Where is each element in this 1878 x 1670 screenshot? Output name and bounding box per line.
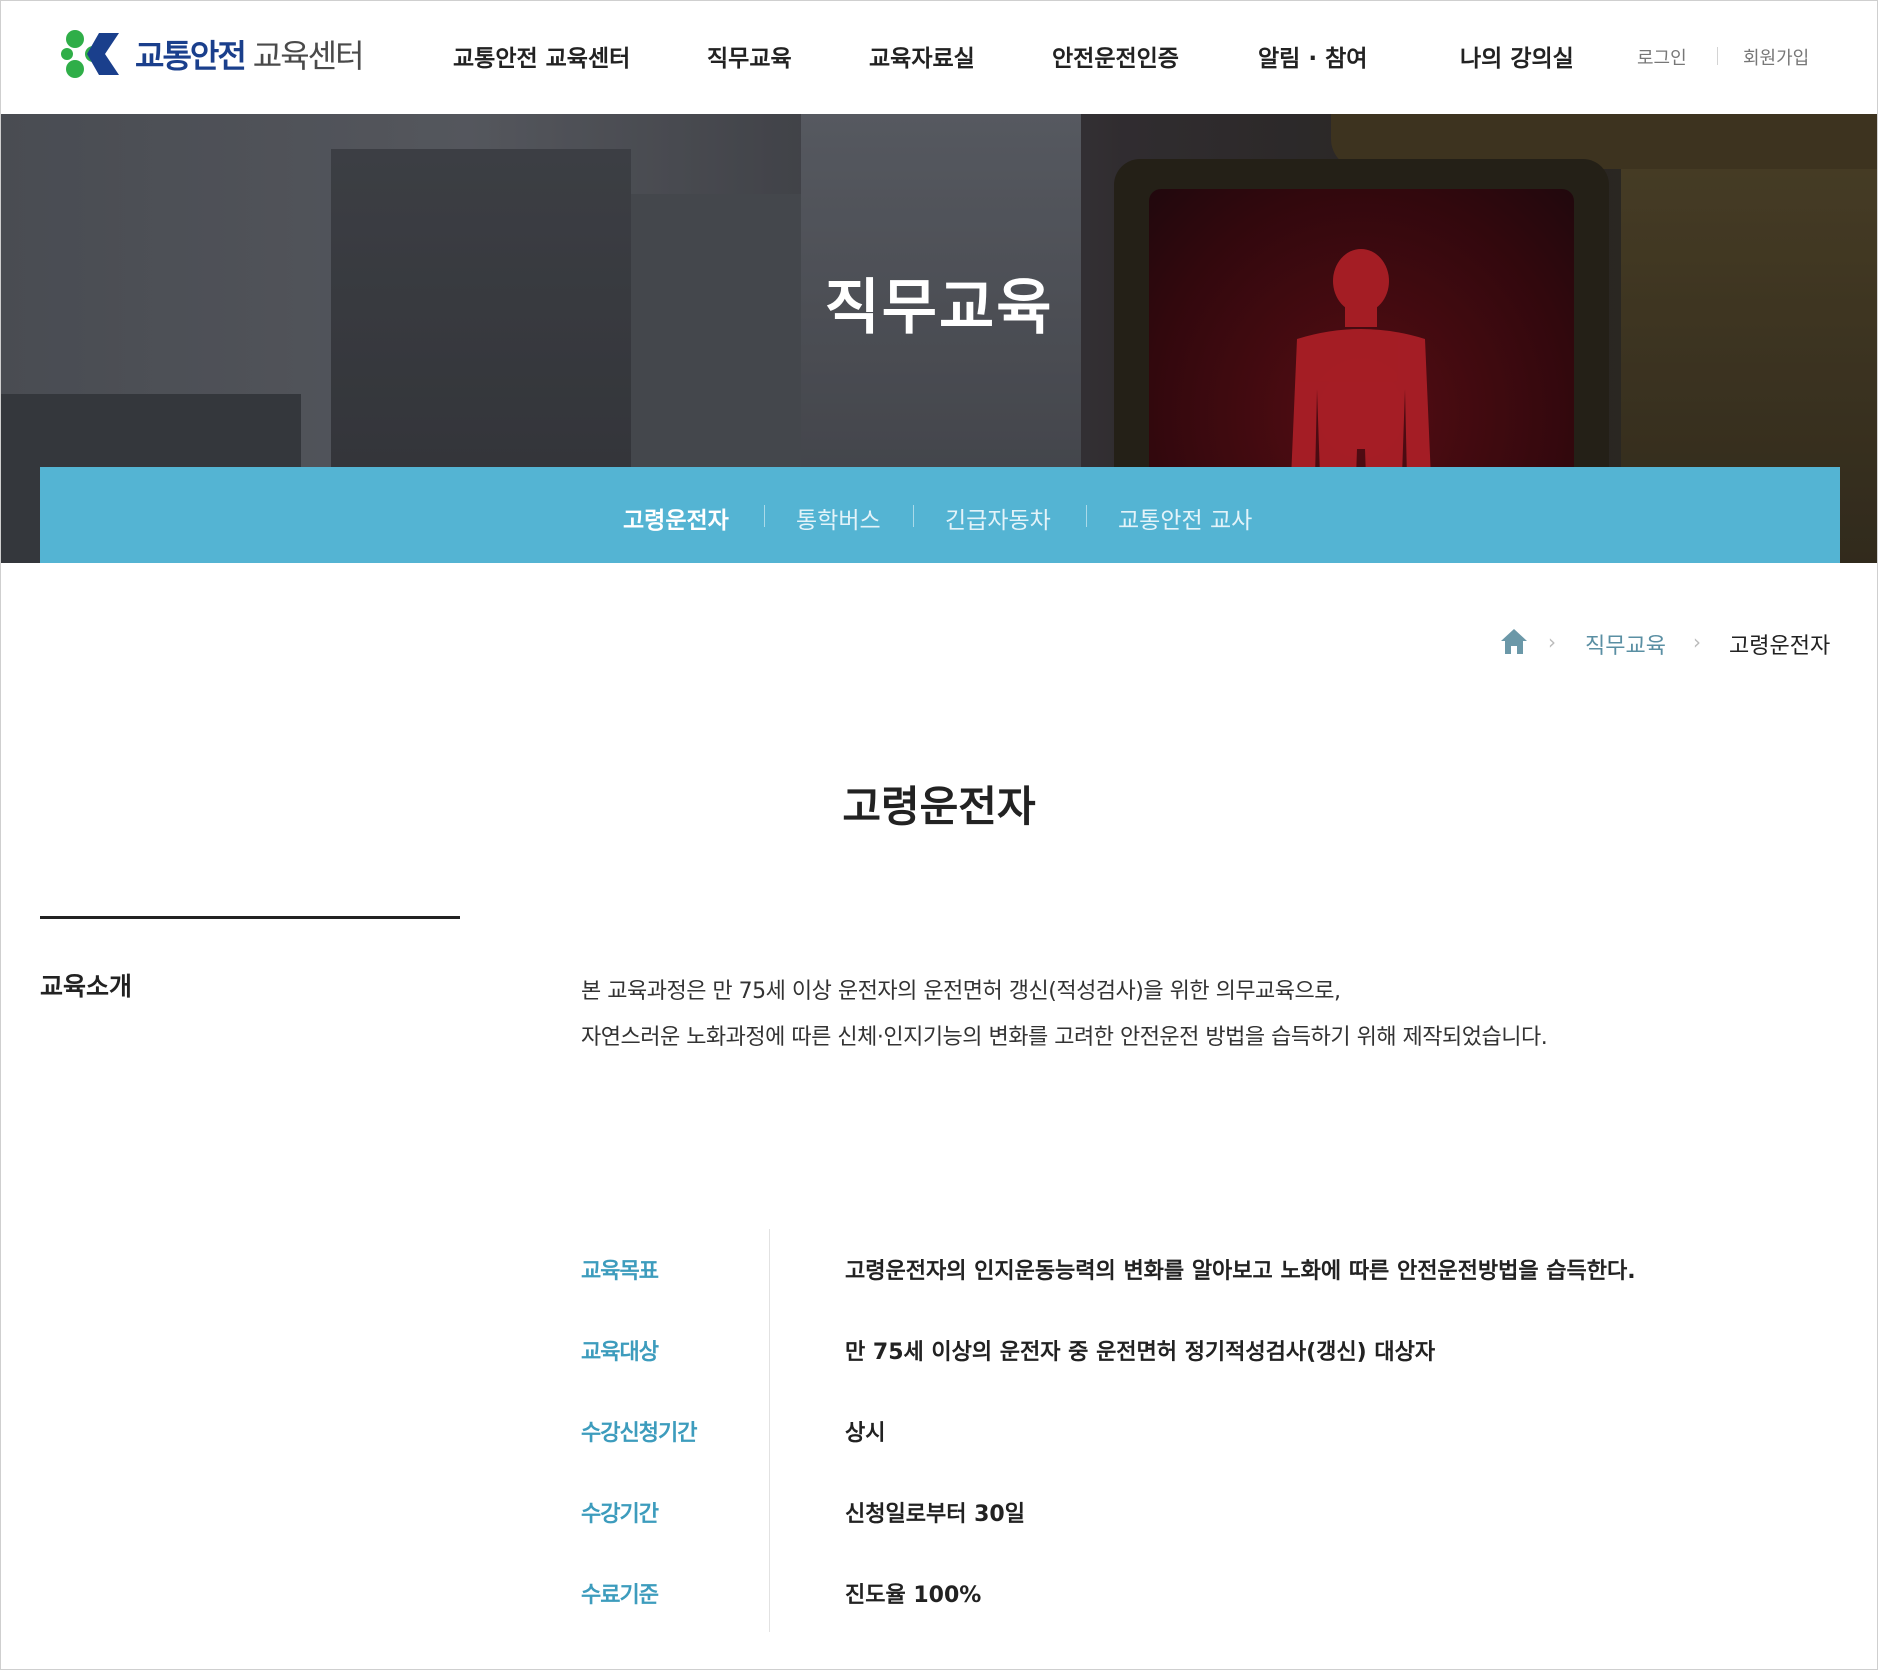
- nav-item-my-classroom[interactable]: 나의 강의실: [1460, 39, 1574, 73]
- subnav-divider: [764, 505, 765, 527]
- nav-item-library[interactable]: 교육자료실: [869, 39, 975, 73]
- logo-text-bold: 교통안전: [135, 37, 247, 75]
- subnav-item-emergency-vehicle[interactable]: 긴급자동차: [945, 501, 1051, 535]
- subnav-divider: [913, 505, 914, 527]
- subnav-item-elderly-driver[interactable]: 고령운전자: [623, 501, 729, 535]
- info-label: 수료기준: [581, 1583, 659, 1608]
- info-label: 수강신청기간: [581, 1421, 697, 1446]
- nav-item-safe-driving-cert[interactable]: 안전운전인증: [1052, 39, 1179, 73]
- section-title-intro: 교육소개: [40, 972, 133, 1001]
- page-title: 고령운전자: [842, 782, 1036, 831]
- info-value: 고령운전자의 인지운동능력의 변화를 알아보고 노화에 따른 안전운전방법을 습…: [845, 1259, 1636, 1284]
- chevron-right-icon: ›: [1548, 630, 1556, 654]
- info-value: 상시: [845, 1421, 886, 1446]
- sub-nav: 고령운전자 통학버스 긴급자동차 교통안전 교사: [40, 467, 1840, 563]
- site-logo[interactable]: 교통안전 교육센터: [61, 25, 365, 83]
- intro-line: 자연스러운 노화과정에 따른 신체·인지기능의 변화를 고려한 안전운전 방법을…: [581, 1025, 1548, 1050]
- logo-text-light: 교육센터: [252, 37, 365, 75]
- section-divider: [40, 916, 460, 919]
- info-label: 교육대상: [581, 1340, 659, 1365]
- util-divider: [1717, 47, 1718, 65]
- chevron-right-icon: ›: [1693, 630, 1701, 654]
- site-header: 교통안전 교육센터 교통안전 교육센터 직무교육 교육자료실 안전운전인증 알림 …: [1, 1, 1877, 114]
- info-label: 수강기간: [581, 1502, 659, 1527]
- subnav-item-safety-teacher[interactable]: 교통안전 교사: [1118, 501, 1252, 535]
- info-value: 신청일로부터 30일: [845, 1502, 1025, 1527]
- nav-item-notice[interactable]: 알림 · 참여: [1258, 39, 1367, 73]
- nav-item-center[interactable]: 교통안전 교육센터: [453, 39, 630, 73]
- hero-title: 직무교육: [824, 273, 1054, 343]
- info-divider: [769, 1229, 770, 1632]
- breadcrumb-item-job-training[interactable]: 직무교육: [1585, 628, 1666, 660]
- logo-text: 교통안전 교육센터: [135, 31, 365, 77]
- signup-link[interactable]: 회원가입: [1743, 44, 1809, 70]
- logo-mark-icon: [61, 30, 119, 78]
- info-label: 교육목표: [581, 1259, 659, 1284]
- intro-text: 본 교육과정은 만 75세 이상 운전자의 운전면허 갱신(적성검사)을 위한 …: [581, 969, 1548, 1061]
- home-icon[interactable]: [1499, 627, 1529, 659]
- login-link[interactable]: 로그인: [1637, 44, 1687, 70]
- breadcrumb-item-current: 고령운전자: [1729, 634, 1831, 659]
- subnav-item-school-bus[interactable]: 통학버스: [796, 501, 881, 535]
- info-value: 진도율 100%: [845, 1583, 982, 1608]
- subnav-divider: [1086, 505, 1087, 527]
- intro-line: 본 교육과정은 만 75세 이상 운전자의 운전면허 갱신(적성검사)을 위한 …: [581, 979, 1341, 1004]
- info-value: 만 75세 이상의 운전자 중 운전면허 정기적성검사(갱신) 대상자: [845, 1340, 1436, 1365]
- nav-item-job-training[interactable]: 직무교육: [707, 39, 792, 73]
